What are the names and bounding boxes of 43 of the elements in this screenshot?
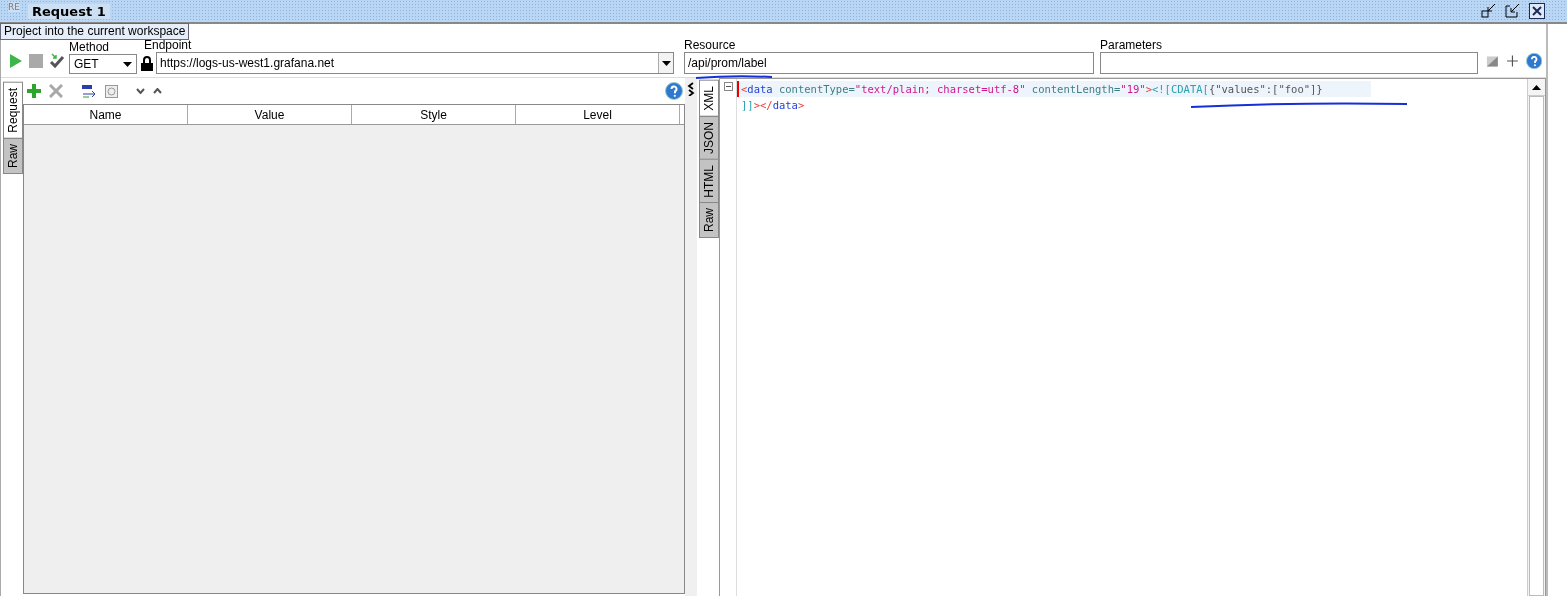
play-icon[interactable]	[9, 53, 23, 69]
fold-icon[interactable]	[723, 82, 733, 91]
refresh-icon[interactable]	[105, 84, 118, 98]
resource-field[interactable]: /api/prom/label	[684, 52, 1094, 74]
panel-tab[interactable]: XML	[699, 80, 719, 117]
field-label: Parameters	[1100, 38, 1164, 52]
collapse-icon[interactable]	[687, 82, 695, 96]
panel-tab[interactable]: Raw	[3, 137, 23, 174]
field-label: Endpoint	[144, 38, 193, 52]
method-dropdown[interactable]: GET	[69, 54, 137, 74]
window-title: Request 1	[27, 3, 110, 19]
lock-icon	[141, 55, 153, 71]
panel-tab[interactable]: HTML	[699, 158, 719, 204]
panel-tab[interactable]: Raw	[699, 202, 719, 239]
parameters-field[interactable]	[1100, 52, 1478, 74]
caret-icon[interactable]	[661, 60, 671, 66]
column-header[interactable]: Style	[352, 105, 516, 124]
add-icon[interactable]	[27, 84, 41, 98]
scrollbar[interactable]	[1527, 79, 1545, 596]
code-line: ]]></data>	[740, 98, 805, 113]
url-icon[interactable]	[81, 84, 97, 98]
chevron-down-icon[interactable]	[136, 88, 145, 94]
help-icon[interactable]	[665, 82, 683, 100]
panel-tab[interactable]: JSON	[699, 115, 719, 160]
field-label: Method	[69, 40, 111, 54]
app-badge: RE	[8, 2, 20, 12]
help-icon[interactable]	[1525, 52, 1542, 70]
caret-icon	[123, 61, 132, 67]
check-icon[interactable]	[49, 53, 65, 69]
template-icon[interactable]	[1486, 54, 1499, 68]
close-icon[interactable]	[1529, 3, 1545, 19]
endpoint-field[interactable]: https://logs-us-west1.grafana.net	[156, 52, 674, 74]
plus-icon[interactable]	[1506, 55, 1518, 67]
chevron-up-icon[interactable]	[153, 88, 162, 94]
column-header[interactable]: Level	[516, 105, 680, 124]
tooltip: Project into the current workspace	[0, 23, 190, 40]
scroll-up-icon[interactable]	[1532, 84, 1541, 90]
column-header[interactable]: Value	[188, 105, 352, 124]
column-header[interactable]: Name	[24, 105, 188, 124]
field-label: Resource	[684, 38, 737, 52]
restore-icon[interactable]	[1505, 3, 1521, 19]
restore-icon[interactable]	[1481, 3, 1497, 19]
panel-tab[interactable]: Request	[3, 82, 23, 139]
